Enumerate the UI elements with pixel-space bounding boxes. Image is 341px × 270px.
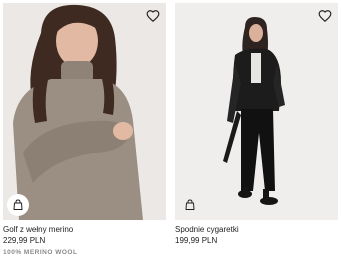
product-tag: 100% MERINO WOOL bbox=[3, 249, 78, 256]
product-image[interactable] bbox=[175, 3, 338, 220]
product-name[interactable]: Spodnie cygaretki bbox=[175, 224, 338, 235]
shopping-bag-icon bbox=[13, 199, 23, 210]
heart-outline-icon bbox=[318, 10, 332, 23]
model-in-trousers-photo bbox=[175, 3, 338, 220]
product-info: Spodnie cygaretki 199,99 PLN bbox=[175, 220, 338, 246]
add-to-bag-button[interactable] bbox=[179, 194, 201, 216]
model-in-turtleneck-photo bbox=[3, 3, 166, 220]
product-card[interactable]: Golf z wełny merino 229,99 PLN 100% MERI… bbox=[3, 3, 166, 258]
wishlist-button[interactable] bbox=[318, 9, 332, 23]
heart-outline-icon bbox=[146, 10, 160, 23]
product-info: Golf z wełny merino 229,99 PLN 100% MERI… bbox=[3, 220, 166, 258]
product-name[interactable]: Golf z wełny merino bbox=[3, 224, 166, 235]
product-grid: Golf z wełny merino 229,99 PLN 100% MERI… bbox=[0, 0, 341, 270]
product-price: 229,99 PLN bbox=[3, 236, 46, 245]
product-card[interactable]: Spodnie cygaretki 199,99 PLN bbox=[175, 3, 338, 246]
product-image[interactable] bbox=[3, 3, 166, 220]
add-to-bag-button[interactable] bbox=[7, 194, 29, 216]
shopping-bag-icon bbox=[185, 199, 195, 210]
wishlist-button[interactable] bbox=[146, 9, 160, 23]
product-price: 199,99 PLN bbox=[175, 236, 218, 245]
